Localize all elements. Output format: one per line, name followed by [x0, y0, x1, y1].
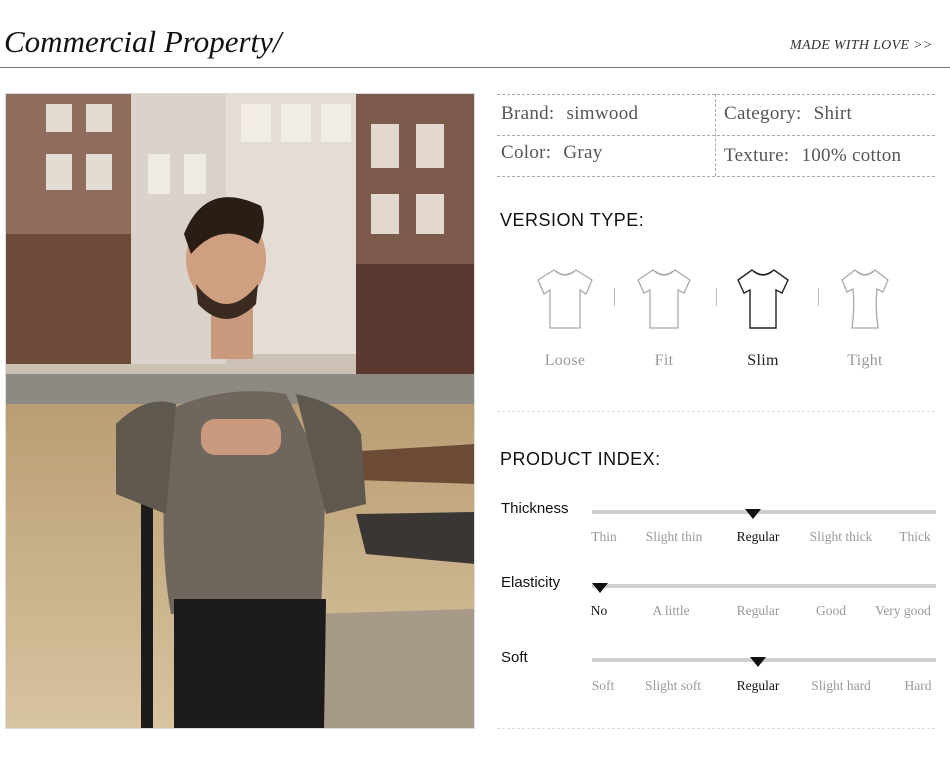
soft-tick: Soft: [591, 678, 615, 693]
version-label-tight: Tight: [847, 352, 883, 369]
thickness-tick: Slight thin: [645, 529, 703, 544]
texture-value: 100% cotton: [801, 145, 902, 166]
elasticity-label: Elasticity: [501, 574, 561, 591]
version-separator: [818, 288, 819, 306]
category-value: Shirt: [813, 103, 853, 124]
color-label: Color:: [501, 142, 552, 163]
soft-tick: Slight hard: [811, 678, 871, 693]
page-title: Commercial Property/: [4, 24, 282, 59]
elasticity-tick: A little: [652, 603, 690, 618]
brand-value: simwood: [566, 103, 639, 124]
tshirt-fit-icon: [637, 269, 691, 329]
header-divider: [0, 67, 950, 68]
version-separator: [614, 288, 615, 306]
spec-grid-middle-border: [497, 135, 935, 136]
version-option-tight[interactable]: Tight: [825, 266, 905, 370]
soft-tick: Slight soft: [645, 678, 701, 693]
elasticity-tick: Good: [816, 603, 846, 618]
spec-grid-top-border: [497, 94, 935, 95]
spec-brand: Brand: simwood: [501, 103, 638, 125]
soft-tick-selected: Regular: [736, 678, 780, 693]
thickness-tick: Thick: [899, 529, 931, 544]
thickness-tick: Thin: [591, 529, 617, 544]
tshirt-slim-icon: [737, 269, 789, 329]
thickness-label: Thickness: [501, 500, 569, 517]
model-photo-illustration: [6, 94, 474, 728]
soft-tick: Hard: [904, 678, 932, 693]
elasticity-tick-selected: No: [590, 603, 608, 618]
tagline-link[interactable]: MADE WITH LOVE >>: [790, 38, 933, 54]
brand-label: Brand:: [501, 103, 555, 124]
version-option-fit[interactable]: Fit: [624, 266, 704, 370]
soft-label: Soft: [501, 649, 528, 666]
thickness-tick-selected: Regular: [736, 529, 780, 544]
version-label-slim: Slim: [747, 352, 779, 369]
soft-marker: [750, 657, 766, 667]
texture-label: Texture:: [724, 145, 790, 166]
version-option-slim[interactable]: Slim: [723, 266, 803, 370]
elasticity-tick: Very good: [875, 603, 931, 618]
spec-grid-bottom-border: [497, 176, 935, 177]
section-divider: [497, 728, 935, 729]
thickness-marker: [745, 509, 761, 519]
version-label-fit: Fit: [654, 352, 674, 369]
category-label: Category:: [724, 103, 802, 124]
version-label-loose: Loose: [544, 352, 586, 369]
elasticity-track: [592, 584, 936, 588]
spec-grid-column-divider: [715, 94, 716, 176]
section-divider: [497, 411, 935, 412]
product-index-title: PRODUCT INDEX:: [500, 449, 661, 469]
elasticity-tick: Regular: [736, 603, 780, 618]
elasticity-marker: [592, 583, 608, 593]
thickness-tick: Slight thick: [809, 529, 873, 544]
spec-category: Category: Shirt: [724, 103, 852, 125]
tshirt-tight-icon: [841, 269, 889, 329]
thickness-track: [592, 510, 936, 514]
tshirt-loose-icon: [537, 269, 593, 329]
spec-texture: Texture: 100% cotton: [724, 145, 901, 167]
color-value: Gray: [563, 142, 603, 163]
version-separator: [716, 288, 717, 306]
spec-color: Color: Gray: [501, 142, 603, 164]
version-type-title: VERSION TYPE:: [500, 210, 645, 230]
product-photo: [5, 93, 475, 729]
version-option-loose[interactable]: Loose: [525, 266, 605, 370]
